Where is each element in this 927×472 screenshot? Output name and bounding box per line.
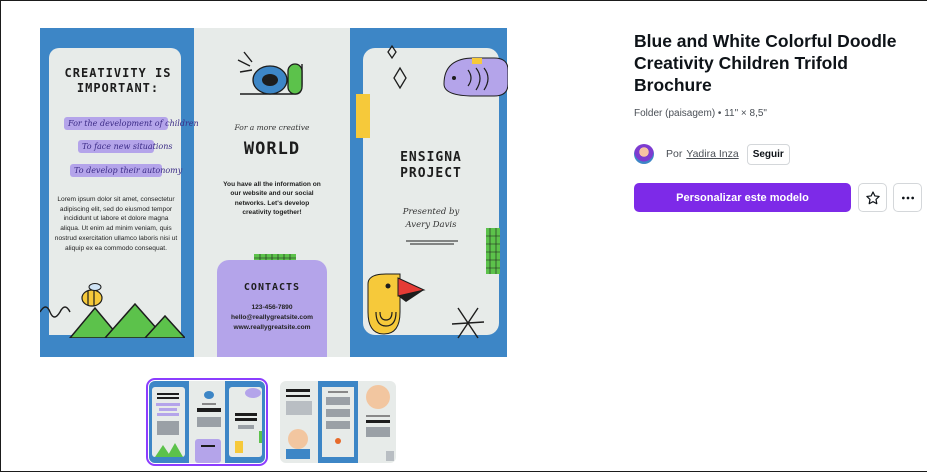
bird-doodle xyxy=(367,273,485,339)
thumbnail-page-2[interactable] xyxy=(280,381,396,463)
follow-button[interactable]: Seguir xyxy=(746,143,790,165)
snail-doodle xyxy=(237,51,303,95)
fish-doodle xyxy=(387,44,508,97)
brochure-mid-body: You have all the information on our webs… xyxy=(223,181,321,217)
brochure-pill: For the development of children xyxy=(64,117,199,130)
underline-doodle xyxy=(406,240,458,245)
mountains-doodle xyxy=(40,283,185,338)
template-meta: Folder (paisagem) • 11" × 8,5" xyxy=(634,108,767,119)
presented-by: Presented by xyxy=(402,207,460,217)
thumbnail-2-image xyxy=(280,381,396,463)
favorite-button[interactable] xyxy=(858,183,887,212)
presenter-name: Avery Davis xyxy=(405,220,457,230)
contacts-title: CONTACTS xyxy=(243,282,301,293)
template-title: Blue and White Colorful Doodle Creativit… xyxy=(634,31,897,95)
brochure-pill: To develop their autonomy xyxy=(70,164,182,177)
yellow-tape xyxy=(356,94,370,138)
contact-phone: 123-456-7890 xyxy=(251,304,293,311)
star-icon xyxy=(865,190,880,204)
brochure-pill: To face new situations xyxy=(78,140,173,153)
by-label: Por xyxy=(666,148,683,160)
contact-website: www.reallygreatsite.com xyxy=(233,324,311,331)
avatar[interactable] xyxy=(634,144,654,164)
contact-email: hello@reallygreatsite.com xyxy=(231,314,313,321)
thumbnail-page-1[interactable] xyxy=(146,378,268,466)
green-tape xyxy=(486,228,500,274)
brochure-left-title: CREATIVITY IS IMPORTANT: xyxy=(64,66,172,95)
author-row: Por Yadira Inza Seguir xyxy=(634,142,790,166)
thumbnail-1-image xyxy=(149,381,265,463)
brochure-left-body: Lorem ipsum dolor sit amet, consectetur … xyxy=(54,196,178,252)
more-icon xyxy=(901,196,914,199)
customize-template-button[interactable]: Personalizar este modelo xyxy=(634,183,851,212)
brochure-mid-title: WORLD xyxy=(243,139,301,159)
brochure-right-title: ENSIGNA PROJECT xyxy=(400,150,462,181)
author-link[interactable]: Yadira Inza xyxy=(686,148,738,160)
more-options-button[interactable] xyxy=(893,183,922,212)
brochure-mid-subtitle: For a more creative xyxy=(234,123,310,132)
